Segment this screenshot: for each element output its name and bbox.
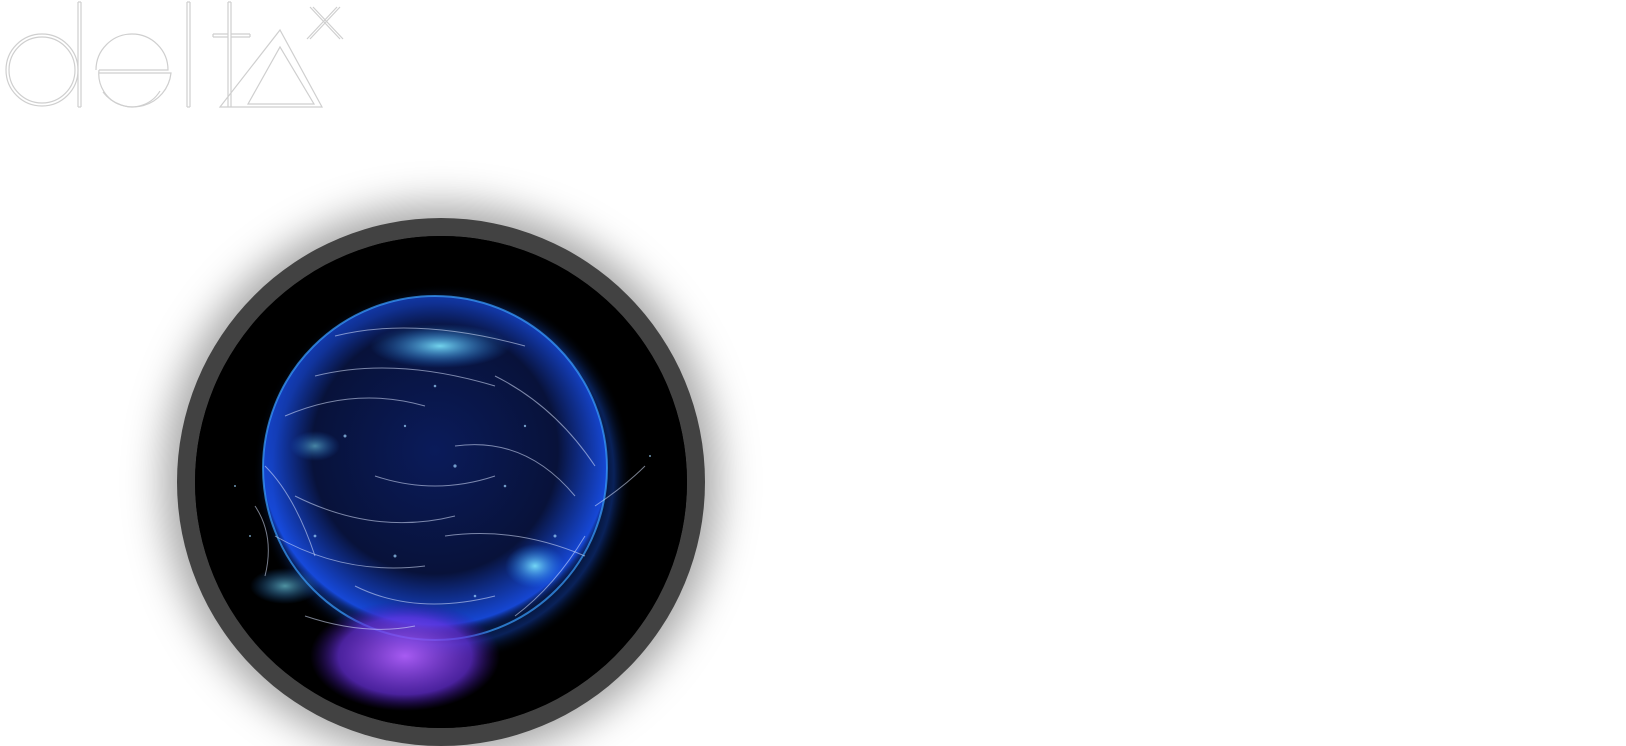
page: delta	[0, 0, 1626, 746]
globe-media	[195, 236, 687, 728]
delta-x-logo-icon	[5, 1, 344, 108]
globe-frame	[177, 218, 705, 746]
brand-logo[interactable]: delta	[0, 0, 360, 112]
particle-globe-icon	[195, 236, 687, 728]
